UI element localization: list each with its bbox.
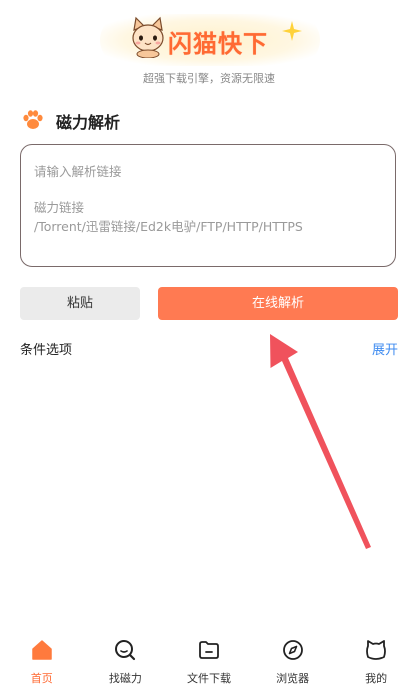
paste-button[interactable]: 粘贴 — [20, 287, 140, 320]
bottom-tab-bar: 首页 找磁力 文件下载 浏览器 我的 — [0, 630, 418, 690]
home-icon — [32, 640, 52, 660]
tab-mine[interactable]: 我的 — [334, 630, 418, 690]
tab-label: 找磁力 — [108, 672, 142, 685]
link-input[interactable]: 请输入解析链接 磁力链接 /Torrent/迅雷链接/Ed2k电驴/FTP/HT… — [20, 144, 396, 267]
conditions-label: 条件选项 — [20, 343, 73, 358]
tab-label: 首页 — [30, 672, 53, 685]
online-parse-button[interactable]: 在线解析 — [158, 287, 398, 320]
folder-icon — [199, 641, 219, 659]
tab-file-download[interactable]: 文件下载 — [167, 630, 251, 690]
sparkle-icon — [282, 21, 302, 41]
cat-face-icon — [366, 640, 387, 660]
tab-home[interactable]: 首页 — [0, 630, 84, 690]
input-placeholder: 请输入解析链接 — [34, 164, 122, 179]
input-hint-line2: /Torrent/迅雷链接/Ed2k电驴/FTP/HTTP/HTTPS — [34, 219, 303, 234]
compass-icon — [282, 640, 303, 660]
tab-label: 文件下载 — [186, 672, 231, 685]
search-icon — [115, 640, 136, 661]
cat-mascot-icon — [132, 16, 164, 58]
app-subtitle: 超强下载引擎，资源无限速 — [143, 72, 275, 85]
tab-label: 浏览器 — [276, 672, 310, 685]
section-title: 磁力解析 — [56, 113, 121, 132]
paw-icon — [23, 110, 43, 129]
tab-label: 我的 — [365, 672, 388, 685]
tab-find-magnet[interactable]: 找磁力 — [84, 630, 168, 690]
app-title: 闪猫快下 — [168, 30, 268, 58]
input-hint-line1: 磁力链接 — [34, 200, 85, 215]
tab-browser[interactable]: 浏览器 — [251, 630, 335, 690]
expand-link[interactable]: 展开 — [372, 339, 398, 358]
